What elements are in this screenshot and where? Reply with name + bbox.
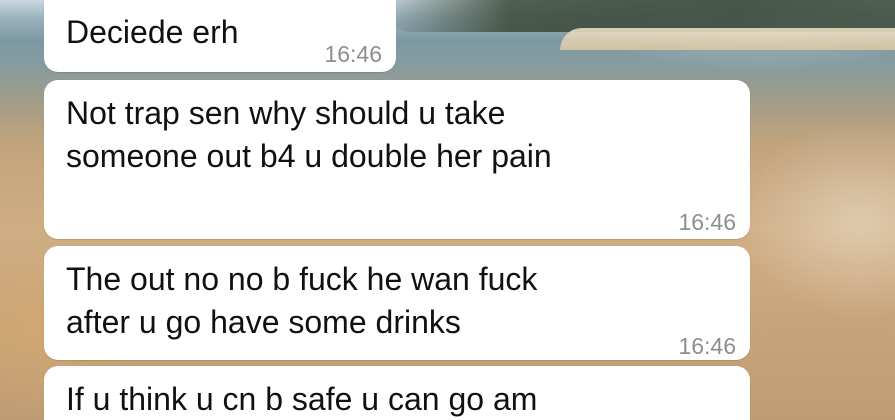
message-text: If u think u cn b safe u can go am [66,378,537,420]
message-line: If u think u cn b safe u can go am [66,381,538,417]
message-line: The out no no b fuck he wan fuck [66,261,538,297]
message-timestamp: 16:46 [678,209,736,235]
message-line: someone out b4 u double her pain [66,138,552,174]
message-line: Deciede erh [66,14,239,50]
wallpaper-shore [560,28,895,50]
message-line: Not trap sen why should u take [66,95,506,131]
message-timestamp: 16:46 [678,333,736,359]
message-line: after u go have some drinks [66,304,461,340]
message-text: The out no no b fuck he wan fuck after u… [66,258,537,344]
message-bubble[interactable]: If u think u cn b safe u can go am [44,366,750,420]
message-bubble[interactable]: Deciede erh 16:46 [44,0,396,72]
message-bubble[interactable]: The out no no b fuck he wan fuck after u… [44,246,750,360]
message-text: Deciede erh [66,11,239,54]
message-bubble[interactable]: Not trap sen why should u take someone o… [44,80,750,239]
message-text: Not trap sen why should u take someone o… [66,92,552,178]
message-timestamp: 16:46 [324,41,382,67]
